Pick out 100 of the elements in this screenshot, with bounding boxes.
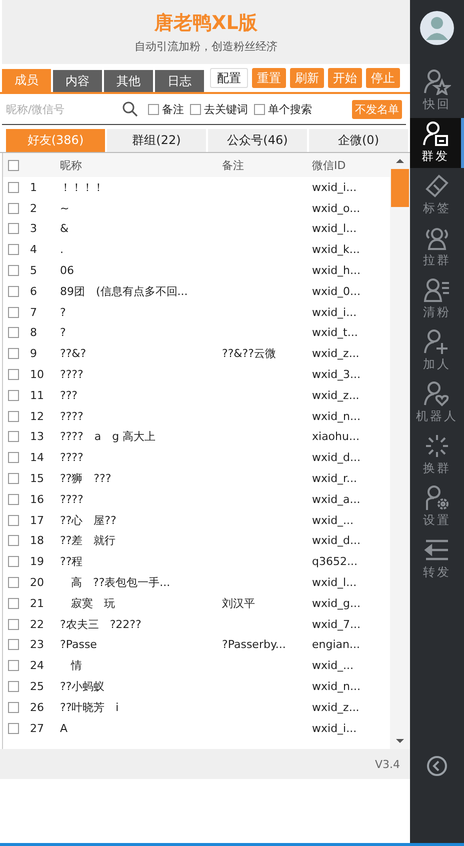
- row-number: 18: [30, 534, 44, 548]
- table-cell: ????: [60, 451, 84, 464]
- table-cell: A: [60, 722, 68, 735]
- row-checkbox[interactable]: [8, 182, 19, 193]
- table-cell: wxid_l...: [312, 576, 357, 590]
- row-checkbox[interactable]: [8, 722, 19, 734]
- row-checkbox[interactable]: [8, 681, 19, 692]
- table-cell: wxid_n...: [312, 680, 361, 694]
- sidebar-item[interactable]: 清粉: [410, 274, 464, 324]
- tab[interactable]: 其他: [104, 70, 153, 92]
- row-checkbox[interactable]: [8, 431, 19, 442]
- burst-icon: [423, 433, 451, 459]
- sidebar-item[interactable]: 机器人: [410, 378, 464, 428]
- row-checkbox[interactable]: [8, 702, 19, 713]
- row-number: 5: [30, 264, 37, 278]
- row-checkbox[interactable]: [8, 265, 19, 276]
- row-checkbox[interactable]: [8, 660, 19, 672]
- row-checkbox[interactable]: [8, 410, 19, 422]
- sidebar-item[interactable]: 拉群: [410, 222, 464, 272]
- row-checkbox[interactable]: [8, 577, 19, 588]
- row-checkbox[interactable]: [8, 244, 19, 256]
- table-cell: wxid_t...: [312, 326, 358, 340]
- collapse-icon[interactable]: [426, 755, 448, 777]
- row-checkbox[interactable]: [8, 556, 19, 568]
- row-checkbox[interactable]: [8, 598, 19, 609]
- table-cell: wxid_r...: [312, 472, 358, 486]
- action-button[interactable]: 重置: [252, 68, 286, 88]
- sidebar-item[interactable]: 转发: [410, 534, 464, 584]
- row-checkbox[interactable]: [8, 306, 19, 318]
- row-checkbox[interactable]: [8, 618, 19, 630]
- table-cell: wxid_i...: [312, 306, 357, 319]
- category-tab[interactable]: 群组(22): [107, 129, 206, 152]
- row-checkbox[interactable]: [8, 639, 19, 650]
- table-cell: ?Passe: [60, 638, 97, 652]
- table-cell: wxid_n...: [312, 410, 361, 423]
- table-cell: wxid_0...: [312, 284, 361, 298]
- table-cell: wxid_k...: [312, 243, 360, 256]
- tab[interactable]: 日志: [155, 70, 204, 92]
- sidebar-item[interactable]: 设置: [410, 482, 464, 532]
- table-cell: wxid_...: [312, 659, 354, 672]
- row-number: 3: [30, 222, 37, 236]
- table-cell: ??狮 ???: [60, 472, 112, 486]
- table-cell: ???: [60, 388, 78, 402]
- action-button[interactable]: 开始: [328, 68, 362, 88]
- tab[interactable]: 内容: [53, 70, 102, 92]
- row-checkbox[interactable]: [8, 452, 19, 464]
- app-subtitle: 自动引流加粉，创造粉丝经济: [134, 39, 278, 54]
- row-checkbox[interactable]: [8, 473, 19, 484]
- exclude-list-button[interactable]: 不发名单: [352, 100, 402, 118]
- checkbox[interactable]: [148, 104, 159, 114]
- row-number: 2: [30, 202, 37, 215]
- row-checkbox[interactable]: [8, 286, 19, 297]
- row-number: 20: [30, 576, 44, 590]
- table-cell: wxid_a...: [312, 492, 360, 506]
- config-button[interactable]: 配置: [210, 68, 248, 88]
- category-tab[interactable]: 企微(0): [309, 129, 408, 152]
- category-tab[interactable]: 好友(386): [6, 129, 105, 152]
- row-number: 25: [30, 680, 44, 694]
- row-checkbox[interactable]: [8, 223, 19, 234]
- row-checkbox[interactable]: [8, 494, 19, 505]
- row-checkbox[interactable]: [8, 535, 19, 546]
- sidebar-item[interactable]: 加人: [410, 326, 464, 376]
- option-label: 去关键词: [204, 102, 248, 116]
- table-cell-text: 高 ??表包包一手...: [70, 576, 170, 590]
- table-cell: wxid_h...: [312, 264, 361, 278]
- sidebar-item[interactable]: 快回: [410, 66, 464, 116]
- row-checkbox[interactable]: [8, 390, 19, 401]
- user-gear-icon: [423, 485, 451, 511]
- row-number: 24: [30, 659, 44, 672]
- action-button[interactable]: 刷新: [290, 68, 324, 88]
- row-number: 13: [30, 430, 44, 444]
- sidebar-label: 机器人: [416, 408, 458, 425]
- row-checkbox[interactable]: [8, 514, 19, 526]
- row-checkbox[interactable]: [8, 369, 19, 380]
- version-label: V3.4: [374, 758, 400, 770]
- row-checkbox[interactable]: [8, 202, 19, 214]
- checkbox[interactable]: [190, 104, 201, 114]
- sidebar-label: 快回: [423, 96, 451, 113]
- sidebar-item[interactable]: 标签: [410, 170, 464, 220]
- table-cell: ??&??云微: [222, 347, 276, 360]
- table-cell: wxid_7...: [312, 618, 361, 631]
- scrollbar[interactable]: [390, 153, 410, 749]
- table-cell: ??小蚂蚁: [60, 680, 105, 694]
- sidebar-label: 设置: [423, 512, 451, 529]
- checkbox[interactable]: [254, 104, 265, 114]
- tab[interactable]: 成员: [2, 69, 51, 92]
- category-tab[interactable]: 公众号(46): [208, 129, 307, 152]
- sidebar-item[interactable]: 换群: [410, 430, 464, 480]
- table-cell: q3652...: [312, 555, 358, 568]
- row-checkbox[interactable]: [8, 327, 19, 338]
- action-button[interactable]: 停止: [366, 68, 400, 88]
- user-star-icon: [423, 69, 451, 95]
- select-all-checkbox[interactable]: [8, 160, 19, 170]
- scroll-thumb[interactable]: [391, 169, 409, 207]
- row-number: 17: [30, 514, 44, 527]
- table-cell: wxid_i...: [312, 180, 357, 194]
- sidebar-label: 换群: [423, 460, 451, 477]
- table-cell: wxid_z...: [312, 388, 360, 402]
- row-checkbox[interactable]: [8, 348, 19, 360]
- sidebar-item[interactable]: 群发: [410, 118, 464, 168]
